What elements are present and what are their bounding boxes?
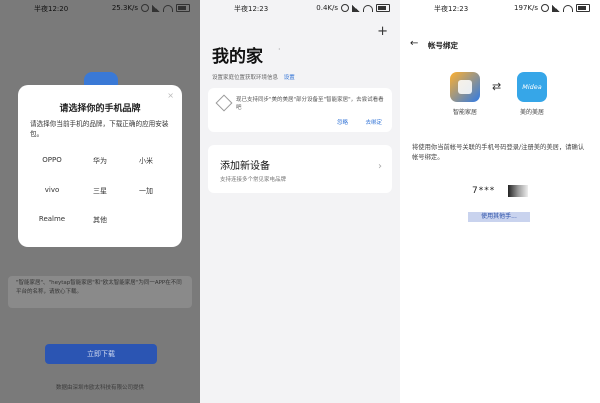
dialog-title: 请选择你的手机品牌 (59, 104, 141, 114)
title-mark: · (278, 45, 281, 54)
brand-option[interactable]: 华为 (80, 156, 120, 166)
close-icon[interactable]: × (167, 91, 174, 100)
brand-select-screen: 半夜12:20 25.3K/s × 请选择你的手机品牌 请选择你当前手机的品牌，… (0, 0, 200, 403)
my-home-screen: 半夜12:23 0.4K/s + 我的家 · 设置家庭位置获取环境信息 设置 现… (200, 0, 400, 403)
status-time: 半夜12:20 (34, 5, 69, 13)
signal-icon (352, 4, 360, 12)
wifi-icon (363, 4, 373, 12)
add-icon[interactable]: + (377, 24, 388, 39)
status-bar: 半夜12:20 25.3K/s (0, 0, 200, 16)
status-time: 半夜12:23 (434, 5, 469, 13)
use-other-phone-button[interactable]: 使用其他手... (468, 212, 530, 222)
brand-option[interactable]: 小米 (126, 156, 166, 166)
page-title: 帐号绑定 (428, 41, 458, 50)
go-bind-button[interactable]: 去绑定 (365, 118, 382, 126)
masked-phone-number: 7*** (472, 186, 496, 196)
signal-icon (152, 4, 160, 12)
hint-text: 设置家庭位置获取环境信息 (212, 75, 279, 81)
status-icons: 197K/s (514, 4, 590, 12)
add-device-title: 添加新设备 (220, 161, 270, 172)
brand-option[interactable]: Realme (32, 215, 72, 223)
midea-label: 美的美居 (519, 109, 544, 116)
midea-app-icon: Midea (517, 72, 547, 102)
ignore-button[interactable]: 忽略 (337, 118, 348, 126)
wifi-icon (563, 4, 573, 12)
network-speed: 197K/s (514, 4, 538, 12)
home-location-hint: 设置家庭位置获取环境信息 设置 (212, 73, 295, 81)
notice-text: 现已支持同步"美的美居"部分设备至"智能家居"，去尝试看看吧 (236, 97, 384, 111)
account-bind-screen: 半夜12:23 197K/s ← 帐号绑定 智能家居 ⇄ Midea 美的美居 … (400, 0, 600, 403)
brand-option[interactable]: 一加 (126, 186, 166, 196)
network-speed: 25.3K/s (111, 4, 138, 12)
brand-option[interactable]: OPPO (32, 156, 72, 164)
sync-notice-card: 现已支持同步"美的美居"部分设备至"智能家居"，去尝试看看吧 忽略 去绑定 (208, 88, 392, 132)
bind-description: 将使用你当前帐号关联的手机号码登录/注册美的美居，请确认帐号绑定。 (412, 144, 585, 161)
dialog-description: 请选择你当前手机的品牌，下载正确的应用安装包。 (30, 120, 169, 138)
set-location-link[interactable]: 设置 (284, 75, 295, 81)
smart-home-app-icon (450, 72, 480, 102)
status-time: 半夜12:23 (234, 5, 269, 13)
brand-option[interactable]: 其他 (80, 215, 120, 225)
redacted-block (508, 185, 528, 197)
back-arrow-icon[interactable]: ← (410, 38, 418, 49)
swap-arrows-icon: ⇄ (492, 80, 502, 93)
add-device-subtitle: 支持连接多个常见家电品牌 (220, 177, 287, 183)
alarm-icon (141, 4, 149, 12)
provider-footer: 数据由深圳市欧太科技有限公司提供 (55, 385, 144, 391)
battery-icon (576, 4, 590, 12)
smart-home-label: 智能家居 (452, 109, 477, 116)
status-bar: 半夜12:23 0.4K/s (200, 0, 400, 16)
wifi-icon (163, 4, 173, 12)
network-speed: 0.4K/s (316, 4, 338, 12)
page-title: 我的家 (212, 47, 263, 67)
download-button[interactable]: 立即下载 (45, 344, 157, 364)
status-icons: 0.4K/s (316, 4, 390, 12)
alarm-icon (541, 4, 549, 12)
diamond-icon (215, 94, 233, 112)
status-bar: 半夜12:23 197K/s (400, 0, 600, 16)
brand-option[interactable]: 三星 (80, 186, 120, 196)
status-icons: 25.3K/s (112, 4, 190, 12)
battery-icon (376, 4, 390, 12)
signal-icon (552, 4, 560, 12)
brand-dialog: × 请选择你的手机品牌 请选择你当前手机的品牌，下载正确的应用安装包。 OPPO… (18, 85, 182, 247)
chevron-right-icon: › (378, 161, 382, 172)
app-name-note: "智能家居"、"heytap智能家居"和"欧太智能家居"为同一APP在不同平台的… (8, 276, 192, 308)
add-device-card[interactable]: 添加新设备 支持连接多个常见家电品牌 › (208, 145, 392, 193)
brand-option[interactable]: vivo (32, 186, 72, 194)
alarm-icon (341, 4, 349, 12)
battery-icon (176, 4, 190, 12)
